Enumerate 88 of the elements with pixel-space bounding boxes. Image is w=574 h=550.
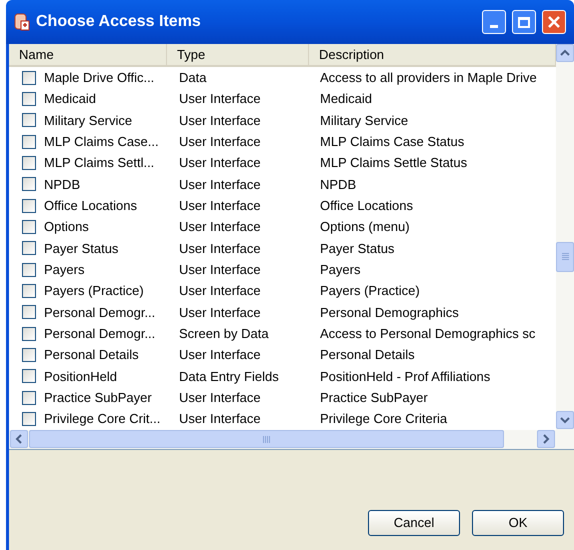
table-cell-text: Maple Drive Offic... <box>44 68 154 87</box>
close-icon <box>547 15 561 29</box>
checkbox[interactable] <box>22 241 36 256</box>
table-cell-text: Payers <box>44 261 84 279</box>
chevron-down-icon <box>560 416 570 424</box>
chevron-right-icon <box>542 434 550 444</box>
table-cell: Options (menu) <box>320 219 410 234</box>
table-cell-text: MLP Claims Case... <box>44 132 159 151</box>
checkbox[interactable] <box>22 348 36 362</box>
table-cell: User Interface <box>179 134 261 149</box>
table-cell: Military Service <box>320 112 408 128</box>
checkbox[interactable] <box>22 284 36 298</box>
table-cell: Access to all providers in Maple Drive <box>320 70 537 85</box>
column-header[interactable]: Name <box>9 44 167 65</box>
checkbox[interactable] <box>22 113 36 128</box>
table-cell: Practice SubPayer <box>320 390 428 406</box>
scrollbar-thumb[interactable] <box>29 430 504 448</box>
checkbox[interactable] <box>22 70 36 85</box>
table-cell: User Interface <box>179 176 261 192</box>
table-cell: NPDB <box>320 176 356 192</box>
table-cell-text: PositionHeld <box>44 368 117 386</box>
table-cell: Payers (Practice) <box>320 283 420 298</box>
table-cell: User Interface <box>179 304 261 320</box>
minimize-button[interactable] <box>482 10 506 34</box>
scroll-left-button[interactable] <box>10 430 28 448</box>
scroll-up-button[interactable] <box>556 44 574 62</box>
checkbox[interactable] <box>22 262 36 277</box>
table-cell: MLP Claims Case Status <box>320 134 464 149</box>
table-cell-text: NPDB <box>44 176 80 194</box>
table-cell-text: Personal Details <box>44 346 139 364</box>
table-cell-text: Payers (Practice) <box>44 282 144 300</box>
table-cell: User Interface <box>179 411 261 426</box>
table-cell: PositionHeld - Prof Affiliations <box>320 368 490 384</box>
window-title: Choose Access Items <box>36 12 202 32</box>
table-cell: Payers <box>320 262 360 277</box>
table-cell: User Interface <box>179 283 261 298</box>
checkbox[interactable] <box>22 92 36 106</box>
table-cell-text: Personal Demogr... <box>44 325 156 344</box>
table-cell: Office Locations <box>320 198 413 213</box>
table-cell: User Interface <box>179 390 261 406</box>
table-cell: Data <box>179 70 206 85</box>
table-cell: User Interface <box>179 91 261 106</box>
table-cell: MLP Claims Settle Status <box>320 155 468 170</box>
chevron-left-icon <box>15 434 23 444</box>
column-header[interactable]: Type <box>167 44 309 65</box>
scrollbar-thumb[interactable] <box>556 242 574 272</box>
table-cell: User Interface <box>179 112 261 128</box>
table-cell-text: Practice SubPayer <box>44 389 152 408</box>
table-cell-text: Privilege Core Crit... <box>44 410 160 428</box>
checkbox[interactable] <box>22 177 36 192</box>
checkbox[interactable] <box>22 198 36 213</box>
checkbox[interactable] <box>22 220 36 234</box>
table-cell-text: Options <box>44 218 89 236</box>
table-cell: User Interface <box>179 347 261 362</box>
checkbox[interactable] <box>22 390 36 405</box>
table-cell: Payer Status <box>320 240 394 256</box>
table-cell: Privilege Core Criteria <box>320 411 448 426</box>
checkbox[interactable] <box>22 156 36 170</box>
close-button[interactable] <box>542 10 566 34</box>
checkbox[interactable] <box>22 412 36 426</box>
table-cell-text: Office Locations <box>44 196 137 215</box>
ok-button[interactable]: OK <box>472 510 564 536</box>
table-cell: User Interface <box>179 155 261 170</box>
table-cell: Screen by Data <box>179 326 269 342</box>
table-cell: User Interface <box>179 240 261 256</box>
table-cell: User Interface <box>179 219 261 234</box>
chevron-up-icon <box>560 49 570 57</box>
checkbox[interactable] <box>22 305 36 320</box>
table-cell: Personal Details <box>320 347 415 362</box>
table-cell: User Interface <box>179 262 261 277</box>
table-cell-text: Military Service <box>44 112 132 130</box>
cancel-button[interactable]: Cancel <box>368 510 460 536</box>
table-cell: User Interface <box>179 198 261 213</box>
table-cell: Personal Demographics <box>320 304 459 320</box>
table-cell-text: Personal Demogr... <box>44 304 156 322</box>
checkbox[interactable] <box>22 369 36 384</box>
table-cell: Data Entry Fields <box>179 368 279 384</box>
maximize-button[interactable] <box>512 10 536 34</box>
checkbox[interactable] <box>22 326 36 341</box>
table-cell-text: Payer Status <box>44 240 118 258</box>
app-icon <box>14 13 30 31</box>
table-cell-text: MLP Claims Settl... <box>44 154 154 172</box>
scroll-right-button[interactable] <box>537 430 555 448</box>
table-cell: Access to Personal Demographics sc <box>320 326 536 342</box>
table-cell-text: Medicaid <box>44 90 96 108</box>
checkbox[interactable] <box>22 134 36 149</box>
table-cell: Medicaid <box>320 91 372 106</box>
scroll-down-button[interactable] <box>556 411 574 429</box>
